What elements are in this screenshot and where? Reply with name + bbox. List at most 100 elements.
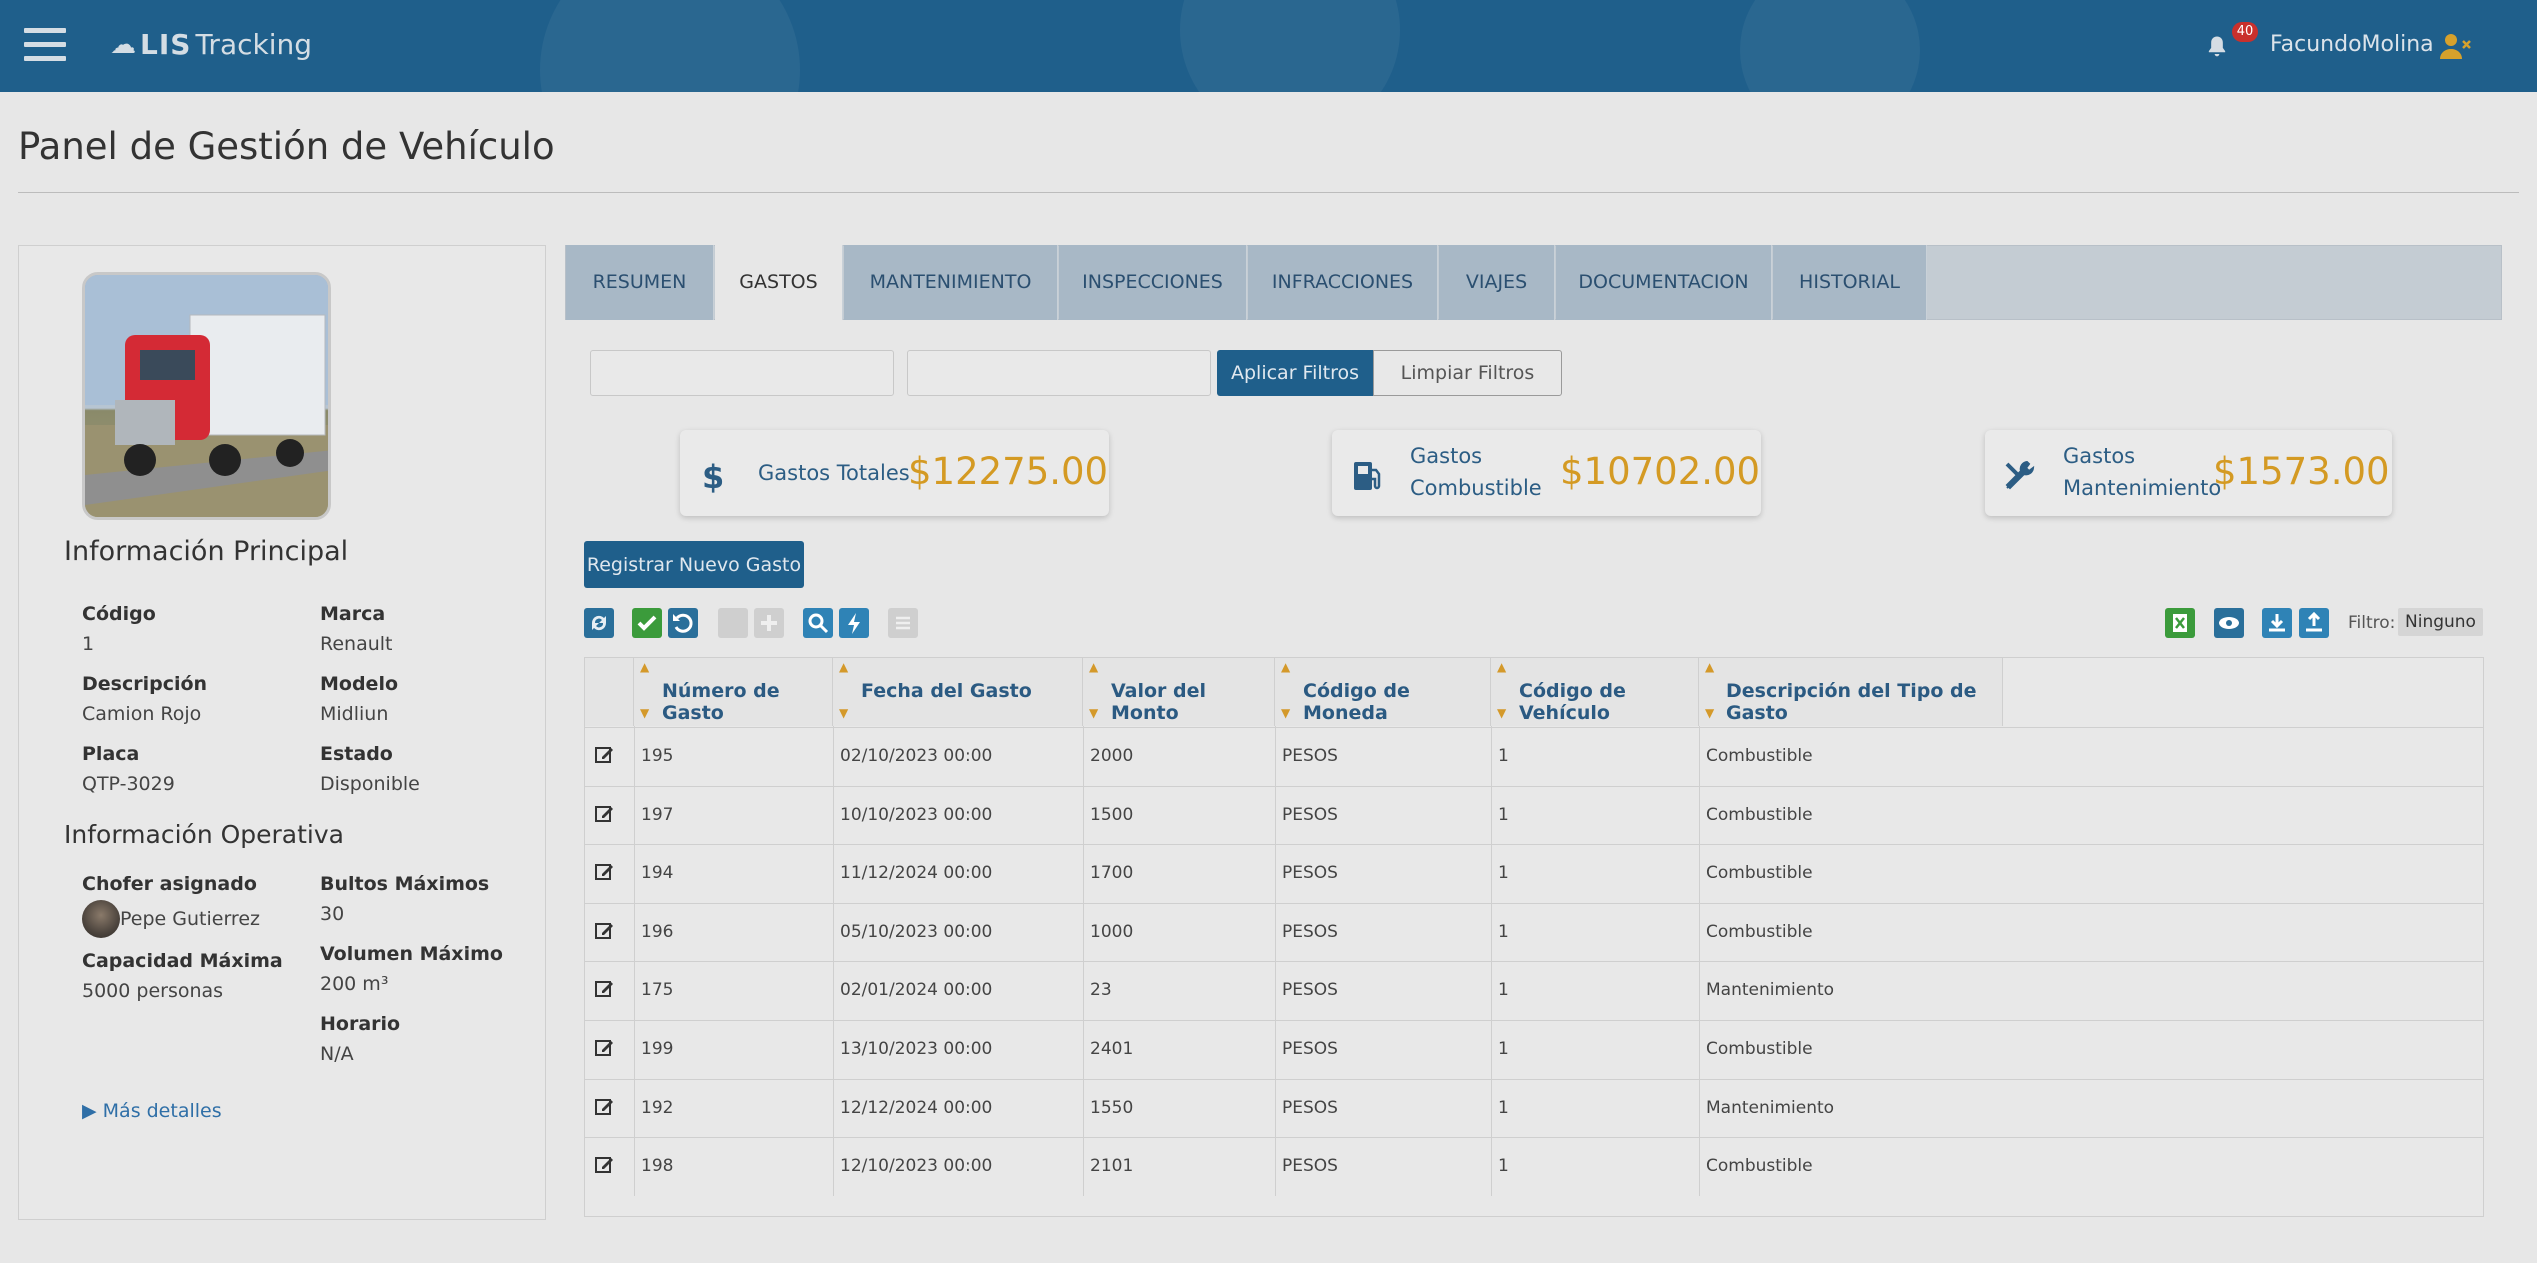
table-cell: 198 [641, 1156, 674, 1176]
tab-gastos[interactable]: GASTOS [715, 245, 843, 320]
fuel-expenses-label-1: Gastos [1410, 444, 1483, 468]
eye-icon[interactable] [2214, 608, 2244, 638]
undo-icon[interactable] [668, 608, 698, 638]
tab-historial[interactable]: HISTORIAL [1773, 245, 1927, 320]
table-cell: Mantenimiento [1706, 1098, 1835, 1118]
edit-row-icon[interactable] [590, 918, 618, 948]
descripcion-label: Descripción [82, 673, 208, 695]
tab-documentacion[interactable]: DOCUMENTACION [1556, 245, 1772, 320]
edit-row-icon[interactable] [590, 859, 618, 889]
username[interactable]: FacundoMolina [2270, 32, 2434, 57]
modelo-value: Midliun [320, 703, 389, 725]
page-title: Panel de Gestión de Vehículo [18, 125, 555, 168]
edit-row-icon[interactable] [590, 801, 618, 831]
sort-down-icon[interactable]: ▼ [1281, 706, 1290, 720]
upload-icon[interactable] [2299, 608, 2329, 638]
table-cell: 1 [1498, 1156, 1509, 1176]
column-header-numero[interactable]: ▲ Número de Gasto ▼ [634, 658, 833, 726]
date-to-input[interactable] [907, 350, 1211, 396]
driver-avatar [82, 900, 120, 938]
edit-row-icon[interactable] [590, 742, 618, 772]
table-cell: Combustible [1706, 1039, 1813, 1059]
table-cell: 12/10/2023 00:00 [840, 1156, 993, 1176]
sort-up-icon[interactable]: ▲ [1497, 660, 1506, 674]
export-excel-icon[interactable] [2165, 608, 2195, 638]
main-info-heading: Información Principal [64, 536, 349, 567]
estado-label: Estado [320, 743, 393, 765]
sort-down-icon[interactable]: ▼ [640, 706, 649, 720]
table-cell: 1550 [1090, 1098, 1134, 1118]
date-from-input[interactable] [590, 350, 894, 396]
total-expenses-card: $ Gastos Totales $12275.00 [680, 430, 1109, 516]
total-expenses-label: Gastos Totales [758, 461, 910, 485]
column-header-fecha[interactable]: ▲ Fecha del Gasto ▼ [833, 658, 1083, 726]
refresh-icon[interactable] [584, 608, 614, 638]
table-cell: 194 [641, 863, 674, 883]
table-cell: 02/01/2024 00:00 [840, 980, 993, 1000]
tools-icon [2005, 460, 2035, 490]
table-cell: Mantenimiento [1706, 980, 1835, 1000]
table-cell: Combustible [1706, 1156, 1813, 1176]
register-new-expense-button[interactable]: Registrar Nuevo Gasto [584, 541, 804, 588]
check-icon[interactable] [632, 608, 662, 638]
sort-up-icon[interactable]: ▲ [839, 660, 848, 674]
copy-icon[interactable] [718, 608, 748, 638]
tab-inspecciones[interactable]: INSPECCIONES [1059, 245, 1247, 320]
sort-down-icon[interactable]: ▼ [839, 706, 848, 720]
codigo-value: 1 [82, 633, 95, 655]
tab-infracciones[interactable]: INFRACCIONES [1248, 245, 1438, 320]
table-cell: Combustible [1706, 922, 1813, 942]
apply-filters-button[interactable]: Aplicar Filtros [1217, 350, 1373, 396]
edit-row-icon[interactable] [590, 976, 618, 1006]
bell-icon[interactable] [2203, 33, 2231, 61]
chofer-value[interactable]: Pepe Gutierrez [120, 908, 260, 930]
tab-viajes[interactable]: VIAJES [1439, 245, 1555, 320]
edit-row-icon[interactable] [590, 1152, 618, 1182]
table-cell: 05/10/2023 00:00 [840, 922, 993, 942]
sort-down-icon[interactable]: ▼ [1497, 706, 1506, 720]
operational-info-heading: Información Operativa [64, 820, 344, 849]
edit-row-icon[interactable] [590, 1035, 618, 1065]
table-cell: 1 [1498, 1098, 1509, 1118]
table-cell: 1700 [1090, 863, 1134, 883]
edit-row-icon[interactable] [590, 1094, 618, 1124]
table-cell: 1 [1498, 863, 1509, 883]
fuel-expenses-label-2: Combustible [1410, 476, 1542, 500]
app-logo[interactable]: ☁ LIS Tracking [110, 28, 312, 61]
search-icon[interactable] [803, 608, 833, 638]
table-cell: PESOS [1282, 1156, 1338, 1176]
chofer-label: Chofer asignado [82, 873, 257, 895]
tab-mantenimiento[interactable]: MANTENIMIENTO [844, 245, 1058, 320]
table-cell: 2101 [1090, 1156, 1134, 1176]
sort-up-icon[interactable]: ▲ [1089, 660, 1098, 674]
top-navbar [0, 0, 2537, 92]
estado-value: Disponible [320, 773, 420, 795]
horario-label: Horario [320, 1013, 401, 1035]
download-icon[interactable] [2262, 608, 2292, 638]
table-cell: 192 [641, 1098, 674, 1118]
sort-up-icon[interactable]: ▲ [1281, 660, 1290, 674]
marca-value: Renault [320, 633, 393, 655]
sort-down-icon[interactable]: ▼ [1089, 706, 1098, 720]
sort-up-icon[interactable]: ▲ [640, 660, 649, 674]
list-icon[interactable] [888, 608, 918, 638]
table-cell: 197 [641, 805, 674, 825]
table-cell: 196 [641, 922, 674, 942]
clear-filters-button[interactable]: Limpiar Filtros [1373, 350, 1562, 396]
tab-resumen[interactable]: RESUMEN [566, 245, 714, 320]
sort-down-icon[interactable]: ▼ [1705, 706, 1714, 720]
more-details-link[interactable]: ▶ Más detalles [82, 1100, 222, 1122]
table-cell: 1 [1498, 805, 1509, 825]
column-header-vehiculo[interactable]: ▲ Código de Vehículo ▼ [1491, 658, 1699, 726]
menu-hamburger-icon[interactable] [24, 28, 66, 64]
filter-status-value[interactable]: Ninguno [2398, 608, 2483, 636]
column-header-valor[interactable]: ▲ Valor del Monto ▼ [1083, 658, 1275, 726]
sort-up-icon[interactable]: ▲ [1705, 660, 1714, 674]
column-header-descripcion[interactable]: ▲ Descripción del Tipo de Gasto ▼ [1699, 658, 2003, 726]
table-cell: PESOS [1282, 746, 1338, 766]
user-remove-icon[interactable] [2440, 32, 2472, 60]
lightning-icon[interactable] [839, 608, 869, 638]
column-header-moneda[interactable]: ▲ Código de Moneda ▼ [1275, 658, 1491, 726]
add-row-icon[interactable] [754, 608, 784, 638]
table-cell: 175 [641, 980, 674, 1000]
